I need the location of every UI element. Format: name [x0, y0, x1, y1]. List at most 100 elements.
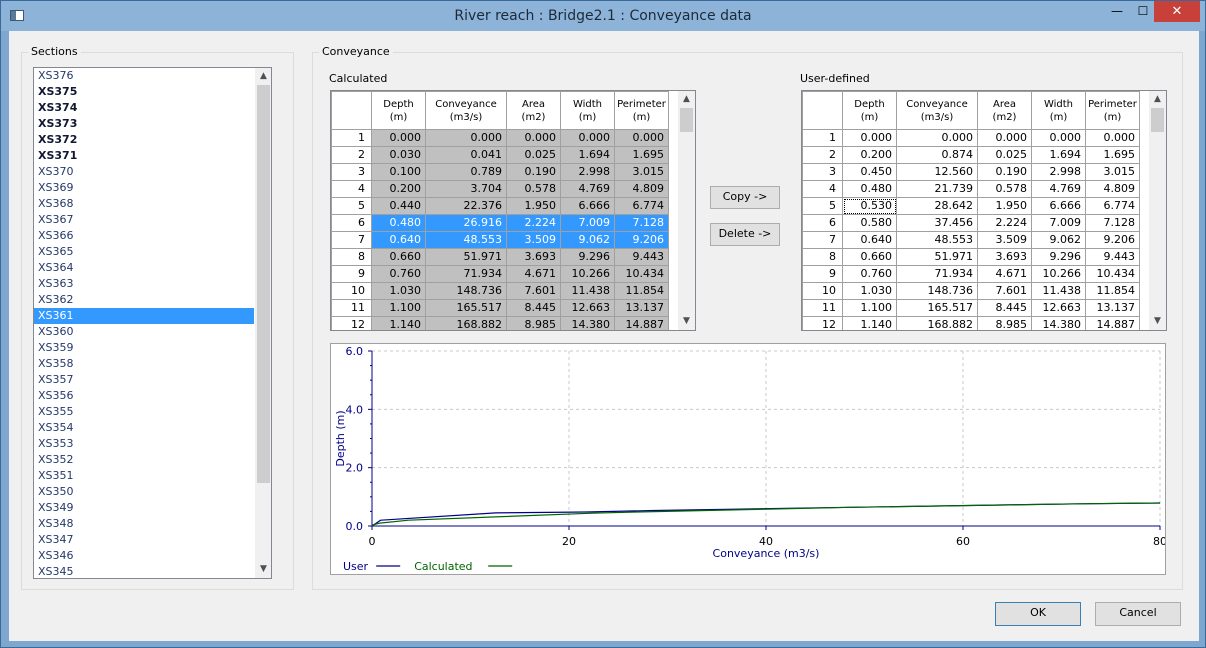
- minimize-button[interactable]: —: [1104, 1, 1130, 22]
- row-header[interactable]: 9: [331, 265, 372, 283]
- user-table-row[interactable]: 11 1.100 165.517 8.445 12.663 13.137: [802, 299, 1140, 317]
- section-item[interactable]: XS354: [34, 420, 254, 436]
- section-item[interactable]: XS365: [34, 244, 254, 260]
- section-item[interactable]: XS356: [34, 388, 254, 404]
- table-cell[interactable]: 0.000: [842, 129, 897, 147]
- table-cell[interactable]: 0.760: [371, 265, 426, 283]
- section-item[interactable]: XS373: [34, 116, 254, 132]
- user-table-row[interactable]: 6 0.580 37.456 2.224 7.009 7.128: [802, 214, 1140, 232]
- table-cell[interactable]: 10.434: [614, 265, 669, 283]
- calculated-table-row[interactable]: 8 0.660 51.971 3.693 9.296 9.443: [331, 248, 669, 266]
- row-header[interactable]: 10: [331, 282, 372, 300]
- table-cell[interactable]: 9.296: [560, 248, 615, 266]
- section-item[interactable]: XS374: [34, 100, 254, 116]
- table-cell[interactable]: 6.774: [1085, 197, 1140, 215]
- calculated-table-row[interactable]: 5 0.440 22.376 1.950 6.666 6.774: [331, 197, 669, 215]
- calculated-table-row[interactable]: 4 0.200 3.704 0.578 4.769 4.809: [331, 180, 669, 198]
- table-cell[interactable]: 0.640: [842, 231, 897, 249]
- table-cell[interactable]: 0.190: [506, 163, 561, 181]
- table-cell[interactable]: 148.736: [425, 282, 507, 300]
- section-item[interactable]: XS350: [34, 484, 254, 500]
- section-item[interactable]: XS358: [34, 356, 254, 372]
- table-cell[interactable]: 7.128: [614, 214, 669, 232]
- table-cell[interactable]: 6.666: [1031, 197, 1086, 215]
- table-cell[interactable]: 1.100: [842, 299, 897, 317]
- table-cell[interactable]: 10.266: [560, 265, 615, 283]
- section-item[interactable]: XS349: [34, 500, 254, 516]
- table-cell[interactable]: 1.100: [371, 299, 426, 317]
- table-cell[interactable]: 0.440: [371, 197, 426, 215]
- row-header[interactable]: 2: [331, 146, 372, 164]
- section-item[interactable]: XS372: [34, 132, 254, 148]
- table-cell[interactable]: 0.030: [371, 146, 426, 164]
- table-cell[interactable]: 11.438: [1031, 282, 1086, 300]
- calculated-table-row[interactable]: 6 0.480 26.916 2.224 7.009 7.128: [331, 214, 669, 232]
- table-cell[interactable]: 8.445: [977, 299, 1032, 317]
- calculated-table-row[interactable]: 2 0.030 0.041 0.025 1.694 1.695: [331, 146, 669, 164]
- table-cell[interactable]: 13.137: [614, 299, 669, 317]
- table-cell[interactable]: 8.985: [506, 316, 561, 330]
- table-cell[interactable]: 0.660: [842, 248, 897, 266]
- table-cell[interactable]: 168.882: [425, 316, 507, 330]
- table-cell[interactable]: 11.438: [560, 282, 615, 300]
- user-column-header[interactable]: Perimeter (m): [1085, 91, 1140, 130]
- table-cell[interactable]: 6.666: [560, 197, 615, 215]
- table-cell[interactable]: 3.704: [425, 180, 507, 198]
- row-header[interactable]: 3: [802, 163, 843, 181]
- table-cell[interactable]: 1.695: [614, 146, 669, 164]
- table-cell[interactable]: 12.560: [896, 163, 978, 181]
- user-defined-grid[interactable]: Depth (m) Conveyance (m3/s) Area (m2) Width (m)…: [801, 90, 1167, 331]
- row-header[interactable]: 8: [331, 248, 372, 266]
- table-cell[interactable]: 4.769: [560, 180, 615, 198]
- table-cell[interactable]: 37.456: [896, 214, 978, 232]
- table-cell[interactable]: 9.443: [614, 248, 669, 266]
- row-header[interactable]: 5: [331, 197, 372, 215]
- scroll-up-icon[interactable]: ▲: [1149, 91, 1166, 108]
- user-defined-scroll-thumb[interactable]: [1151, 108, 1164, 132]
- user-table-row[interactable]: 2 0.200 0.874 0.025 1.694 1.695: [802, 146, 1140, 164]
- table-cell[interactable]: 0.041: [425, 146, 507, 164]
- table-cell[interactable]: 0.789: [425, 163, 507, 181]
- table-cell[interactable]: 14.887: [1085, 316, 1140, 330]
- table-cell[interactable]: 7.128: [1085, 214, 1140, 232]
- row-header[interactable]: 5: [802, 197, 843, 215]
- calculated-column-header[interactable]: Area (m2): [506, 91, 561, 130]
- calculated-column-header[interactable]: Depth (m): [371, 91, 426, 130]
- user-defined-scrollbar[interactable]: ▲ ▼: [1149, 91, 1166, 330]
- table-cell[interactable]: 2.224: [506, 214, 561, 232]
- row-header[interactable]: 8: [802, 248, 843, 266]
- row-header[interactable]: 9: [802, 265, 843, 283]
- table-cell[interactable]: 0.200: [842, 146, 897, 164]
- table-cell[interactable]: 14.380: [560, 316, 615, 330]
- user-table-row[interactable]: 4 0.480 21.739 0.578 4.769 4.809: [802, 180, 1140, 198]
- table-cell[interactable]: 48.553: [896, 231, 978, 249]
- calculated-table-row[interactable]: 12 1.140 168.882 8.985 14.380 14.887: [331, 316, 669, 330]
- table-cell[interactable]: 0.480: [371, 214, 426, 232]
- scroll-up-icon[interactable]: ▲: [255, 68, 271, 85]
- table-cell[interactable]: 0.480: [842, 180, 897, 198]
- table-cell[interactable]: 11.854: [1085, 282, 1140, 300]
- table-cell[interactable]: 48.553: [425, 231, 507, 249]
- calculated-scroll-thumb[interactable]: [680, 108, 693, 132]
- row-header[interactable]: 7: [331, 231, 372, 249]
- table-cell[interactable]: 0.578: [506, 180, 561, 198]
- section-item[interactable]: XS375: [34, 84, 254, 100]
- user-table-row[interactable]: 10 1.030 148.736 7.601 11.438 11.854: [802, 282, 1140, 300]
- table-cell[interactable]: 71.934: [425, 265, 507, 283]
- section-item[interactable]: XS367: [34, 212, 254, 228]
- table-cell[interactable]: 1.695: [1085, 146, 1140, 164]
- user-table-row[interactable]: 5 0.530 28.642 1.950 6.666 6.774: [802, 197, 1140, 215]
- calculated-table-row[interactable]: 10 1.030 148.736 7.601 11.438 11.854: [331, 282, 669, 300]
- table-cell[interactable]: 12.663: [1031, 299, 1086, 317]
- table-cell[interactable]: 0.025: [977, 146, 1032, 164]
- table-cell[interactable]: 0.000: [614, 129, 669, 147]
- table-cell[interactable]: 1.140: [842, 316, 897, 330]
- section-item[interactable]: XS371: [34, 148, 254, 164]
- table-cell[interactable]: 26.916: [425, 214, 507, 232]
- table-cell[interactable]: 0.580: [842, 214, 897, 232]
- sections-list[interactable]: XS376 XS375 XS374 XS373 XS372 XS371 XS370 XS369…: [33, 67, 272, 579]
- section-item[interactable]: XS357: [34, 372, 254, 388]
- user-table-row[interactable]: 9 0.760 71.934 4.671 10.266 10.434: [802, 265, 1140, 283]
- user-table-row[interactable]: 7 0.640 48.553 3.509 9.062 9.206: [802, 231, 1140, 249]
- table-cell[interactable]: 165.517: [896, 299, 978, 317]
